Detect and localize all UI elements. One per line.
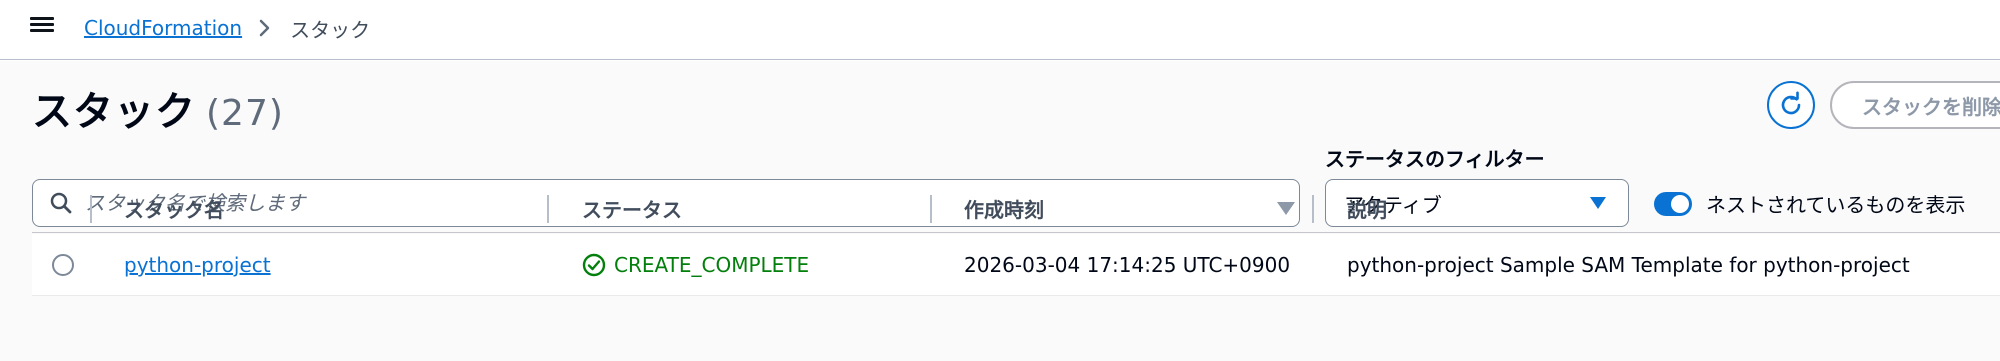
status-cell: CREATE_COMPLETE xyxy=(582,234,809,296)
column-header-created[interactable]: 作成時刻 xyxy=(964,183,1044,233)
column-resizer[interactable] xyxy=(90,195,92,223)
check-circle-icon xyxy=(582,253,606,277)
stack-count: (27) xyxy=(206,93,284,134)
refresh-icon xyxy=(1781,91,1801,115)
column-resizer[interactable] xyxy=(930,195,932,223)
stack-name-cell: python-project xyxy=(124,234,271,296)
table-row: python-project CREATE_COMPLETE 2026-03-0… xyxy=(32,234,2000,296)
refresh-button[interactable] xyxy=(1767,81,1815,129)
column-header-stack-name[interactable]: スタック名 xyxy=(124,183,224,233)
table-header: スタック名 ステータス 作成時刻 説明 xyxy=(32,183,2000,233)
page-title-text: スタック xyxy=(32,89,196,135)
menu-icon[interactable] xyxy=(30,14,54,36)
status-text: CREATE_COMPLETE xyxy=(614,253,810,277)
row-select-radio[interactable] xyxy=(52,254,74,276)
page-title: スタック (27) xyxy=(32,79,284,137)
description-cell: python-project Sample SAM Template for p… xyxy=(1347,253,1910,277)
created-time-cell: 2026-03-04 17:14:25 UTC+0900 xyxy=(964,253,1291,277)
breadcrumb-current: スタック xyxy=(290,17,371,42)
sort-down-icon[interactable] xyxy=(1277,202,1295,215)
column-header-status[interactable]: ステータス xyxy=(582,183,682,233)
chevron-right-icon xyxy=(258,18,272,38)
column-resizer[interactable] xyxy=(547,195,549,223)
status-filter-label: ステータスのフィルター xyxy=(1325,147,1545,171)
column-resizer[interactable] xyxy=(1312,195,1314,223)
delete-stack-button[interactable]: スタックを削除 xyxy=(1830,81,2000,129)
top-bar: CloudFormation スタック xyxy=(0,0,2000,60)
stack-name-link[interactable]: python-project xyxy=(124,253,271,277)
breadcrumb: CloudFormation スタック xyxy=(84,12,370,44)
column-header-description[interactable]: 説明 xyxy=(1347,183,1387,233)
breadcrumb-cloudformation-link[interactable]: CloudFormation xyxy=(84,16,242,40)
